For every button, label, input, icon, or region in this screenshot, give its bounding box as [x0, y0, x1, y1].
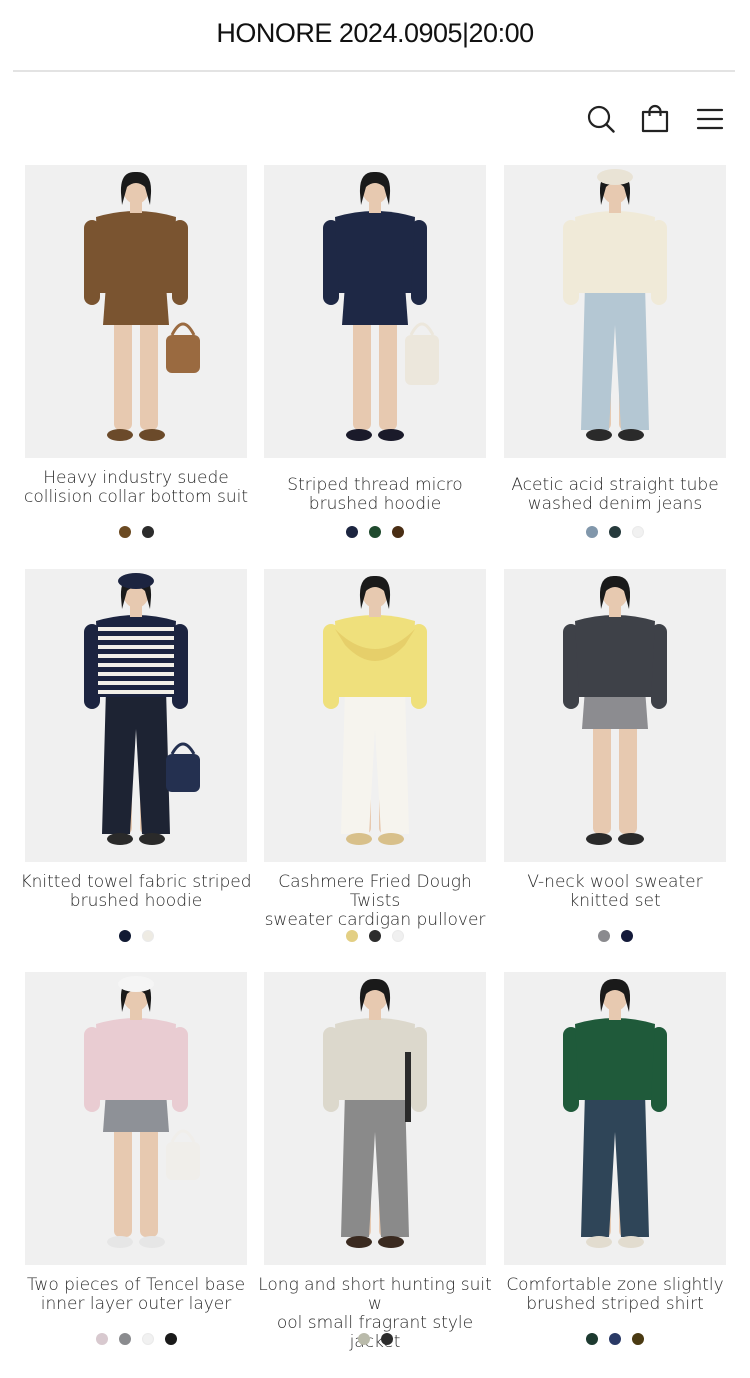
product-card[interactable]: Long and short hunting suit w ool small …	[258, 972, 492, 1362]
color-swatches	[264, 1333, 486, 1345]
color-swatch[interactable]	[118, 1333, 131, 1345]
color-swatch[interactable]	[392, 930, 404, 942]
model-figure	[84, 171, 200, 441]
product-card[interactable]: V-neck wool sweater knitted set	[504, 569, 726, 959]
shopping-bag-icon	[641, 104, 669, 133]
color-swatch[interactable]	[380, 1333, 393, 1345]
color-swatch[interactable]	[392, 526, 404, 538]
product-card[interactable]: Two pieces of Tencel base inner layer ou…	[25, 972, 247, 1362]
color-swatch[interactable]	[586, 1333, 598, 1345]
product-card[interactable]: Acetic acid straight tube washed denim j…	[504, 165, 726, 555]
color-swatch[interactable]	[609, 526, 621, 538]
product-image[interactable]	[504, 569, 726, 862]
product-card[interactable]: Knitted towel fabric striped brushed hoo…	[20, 569, 252, 959]
product-card[interactable]: Comfortable zone slightly brushed stripe…	[504, 972, 726, 1362]
color-swatch[interactable]	[141, 526, 154, 538]
color-swatch[interactable]	[346, 526, 358, 538]
color-swatch[interactable]	[586, 526, 598, 538]
product-name[interactable]: Comfortable zone slightly brushed stripe…	[494, 1276, 736, 1314]
model-figure	[563, 978, 667, 1248]
product-image[interactable]	[264, 569, 486, 862]
model-figure	[84, 976, 200, 1248]
color-swatches	[504, 526, 726, 538]
product-image[interactable]	[25, 165, 247, 458]
product-card[interactable]: Cashmere Fried Dough Twists sweater card…	[264, 569, 486, 959]
product-image[interactable]	[504, 972, 726, 1265]
product-name[interactable]: V-neck wool sweater knitted set	[494, 873, 736, 911]
color-swatch[interactable]	[141, 930, 154, 942]
product-image[interactable]	[264, 972, 486, 1265]
product-image[interactable]	[25, 972, 247, 1265]
menu-button[interactable]	[690, 100, 730, 138]
color-swatch[interactable]	[632, 526, 644, 538]
product-name[interactable]: Striped thread micro brushed hoodie	[254, 476, 496, 514]
product-name[interactable]: Heavy industry suede collision collar bo…	[15, 469, 257, 507]
model-figure	[323, 978, 427, 1248]
menu-icon	[696, 108, 724, 130]
color-swatch[interactable]	[597, 930, 610, 942]
color-swatch[interactable]	[369, 526, 381, 538]
color-swatch[interactable]	[346, 930, 358, 942]
color-swatch[interactable]	[609, 1333, 621, 1345]
search-button[interactable]	[581, 100, 621, 138]
product-name[interactable]: Acetic acid straight tube washed denim j…	[494, 476, 736, 514]
header-toolbar	[581, 100, 730, 138]
model-figure	[323, 575, 427, 845]
product-name[interactable]: Two pieces of Tencel base inner layer ou…	[15, 1276, 257, 1314]
header-divider	[13, 70, 735, 72]
color-swatch[interactable]	[632, 1333, 644, 1345]
color-swatches	[264, 930, 486, 942]
search-icon	[587, 105, 615, 133]
product-name[interactable]: Knitted towel fabric striped brushed hoo…	[15, 873, 257, 911]
color-swatches	[504, 1333, 726, 1345]
banner-text: HONORE 2024.0905|20:00	[216, 17, 534, 48]
color-swatch[interactable]	[369, 930, 381, 942]
product-card[interactable]: Heavy industry suede collision collar bo…	[24, 165, 248, 555]
announcement-banner: HONORE 2024.0905|20:00	[0, 0, 750, 70]
color-swatch[interactable]	[118, 526, 131, 538]
color-swatch[interactable]	[357, 1333, 370, 1345]
product-image[interactable]	[264, 165, 486, 458]
model-figure	[563, 575, 667, 845]
color-swatch[interactable]	[95, 1333, 108, 1345]
color-swatches	[25, 930, 247, 942]
color-swatches	[25, 1333, 247, 1345]
color-swatches	[504, 930, 726, 942]
model-figure	[323, 171, 439, 441]
color-swatches	[25, 526, 247, 538]
color-swatch[interactable]	[118, 930, 131, 942]
color-swatch[interactable]	[164, 1333, 177, 1345]
color-swatch[interactable]	[620, 930, 633, 942]
shopping-bag-button[interactable]	[635, 100, 675, 138]
model-figure	[563, 169, 667, 441]
product-card[interactable]: Striped thread micro brushed hoodie	[264, 165, 486, 555]
model-figure	[84, 573, 200, 845]
color-swatch[interactable]	[141, 1333, 154, 1345]
color-swatches	[264, 526, 486, 538]
product-name[interactable]: Cashmere Fried Dough Twists sweater card…	[254, 873, 496, 930]
product-image[interactable]	[504, 165, 726, 458]
product-image[interactable]	[25, 569, 247, 862]
